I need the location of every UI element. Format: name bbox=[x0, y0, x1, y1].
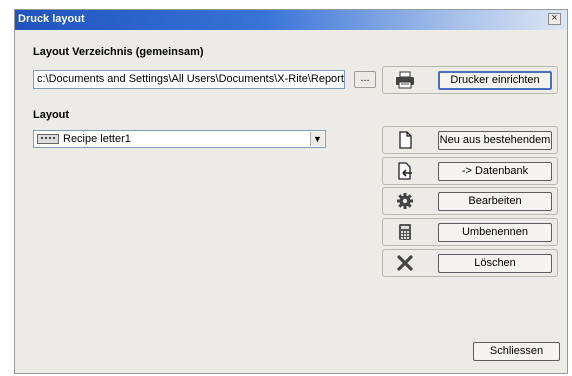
to-database-button[interactable]: -> Datenbank bbox=[438, 162, 552, 181]
report-layout-icon bbox=[37, 134, 59, 144]
directory-path-field[interactable]: c:\Documents and Settings\All Users\Docu… bbox=[33, 70, 345, 89]
close-button[interactable]: × bbox=[548, 13, 561, 25]
title-bar[interactable]: Druck layout × bbox=[15, 10, 567, 30]
edit-panel: Bearbeiten bbox=[382, 187, 558, 215]
directory-label: Layout Verzeichnis (gemeinsam) bbox=[33, 46, 204, 58]
delete-panel: Löschen bbox=[382, 249, 558, 277]
printer-setup-panel: Drucker einrichten bbox=[382, 66, 558, 94]
edit-button[interactable]: Bearbeiten bbox=[438, 192, 552, 211]
gear-icon bbox=[397, 193, 413, 209]
rename-panel: Umbenennen bbox=[382, 218, 558, 246]
browse-button[interactable]: ... bbox=[354, 71, 376, 88]
document-export-icon bbox=[398, 162, 412, 180]
layout-label: Layout bbox=[33, 109, 70, 121]
chevron-down-icon[interactable]: ▼ bbox=[310, 132, 324, 146]
printer-icon bbox=[396, 71, 414, 89]
document-icon bbox=[399, 131, 412, 149]
window-title: Druck layout bbox=[18, 13, 85, 25]
printer-setup-button[interactable]: Drucker einrichten bbox=[438, 71, 552, 90]
rename-button[interactable]: Umbenennen bbox=[438, 223, 552, 242]
calculator-icon bbox=[399, 224, 411, 240]
close-dialog-button[interactable]: Schliessen bbox=[473, 342, 560, 361]
layout-select[interactable]: Recipe letter1 ▼ bbox=[33, 130, 326, 148]
dialog-window: Druck layout × Layout Verzeichnis (gemei… bbox=[14, 9, 568, 374]
new-from-existing-button[interactable]: Neu aus bestehendem bbox=[438, 131, 552, 150]
new-from-existing-panel: Neu aus bestehendem bbox=[382, 126, 558, 154]
delete-x-icon bbox=[397, 255, 413, 271]
delete-button[interactable]: Löschen bbox=[438, 254, 552, 273]
to-database-panel: -> Datenbank bbox=[382, 157, 558, 185]
layout-selected-value: Recipe letter1 bbox=[63, 133, 131, 145]
